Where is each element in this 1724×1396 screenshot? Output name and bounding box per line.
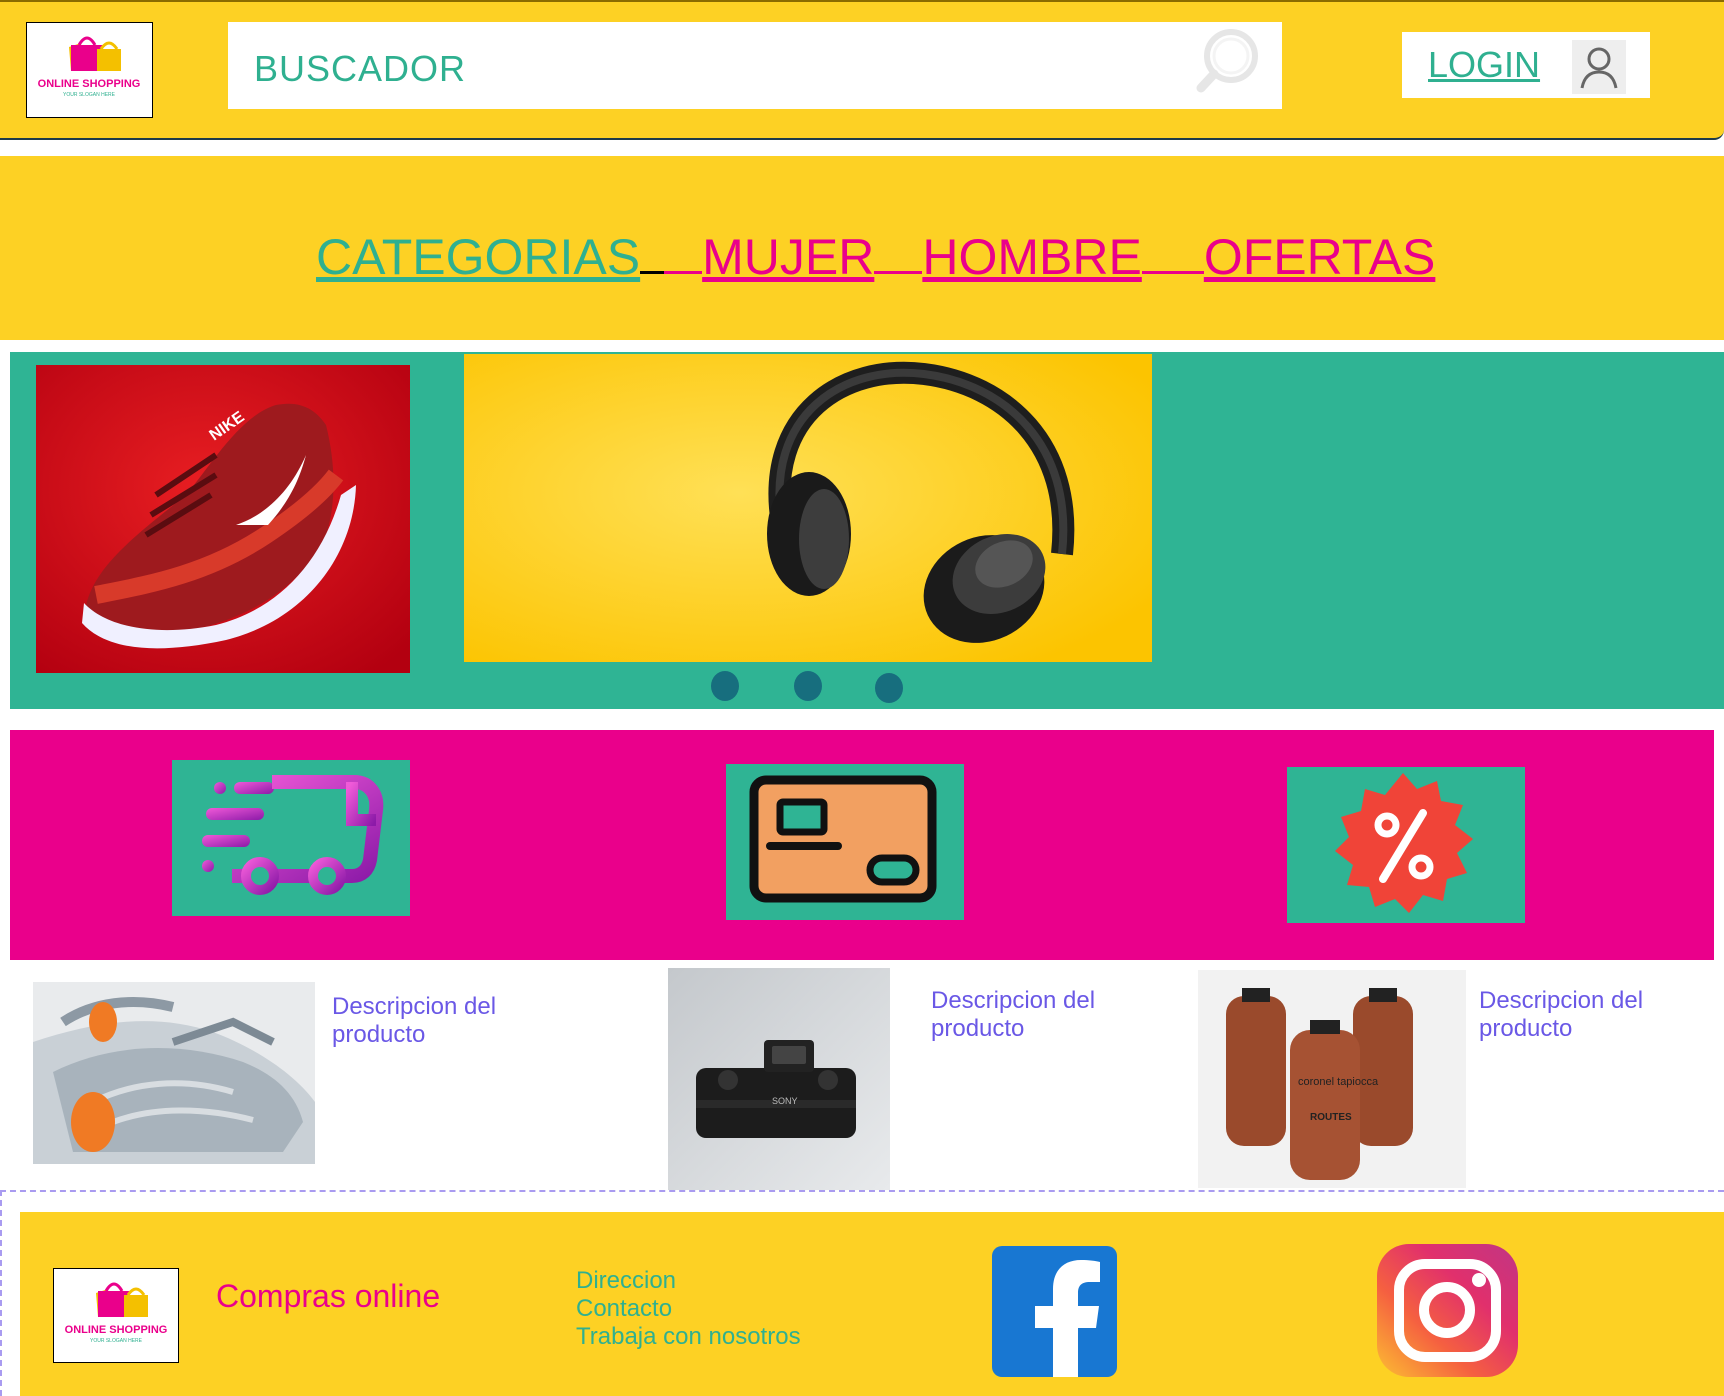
- login-label[interactable]: LOGIN: [1428, 44, 1540, 86]
- discount-percent-icon: [1335, 773, 1473, 913]
- carousel-dot-3[interactable]: [875, 673, 903, 703]
- delivery-truck-icon: [202, 775, 384, 895]
- camera-brand: SONY: [772, 1096, 798, 1106]
- bottle-label: ROUTES: [1310, 1112, 1352, 1123]
- feature-payment[interactable]: [726, 764, 964, 920]
- footer-link-trabaja[interactable]: Trabaja con nosotros: [576, 1323, 801, 1351]
- footer-link-direccion[interactable]: Direccion: [576, 1267, 676, 1295]
- user-icon[interactable]: [1572, 40, 1626, 94]
- carousel-slide-headphones[interactable]: [464, 354, 1152, 662]
- footer-logo-text: ONLINE SHOPPING: [65, 1324, 168, 1336]
- carousel-slide-shoe[interactable]: NIKE: [36, 365, 410, 673]
- nav-separator: [1141, 233, 1204, 274]
- carousel-dot-1[interactable]: [711, 671, 739, 701]
- product-description: Descripcion del producto: [332, 993, 497, 1048]
- search-placeholder: BUSCADOR: [254, 48, 467, 89]
- product-description: Descripcion del producto: [1479, 987, 1644, 1042]
- credit-card-icon: [749, 775, 937, 903]
- nav-separator: [640, 233, 665, 274]
- logo-text: ONLINE SHOPPING: [38, 78, 141, 90]
- product-image-bottles[interactable]: coronel tapiocca ROUTES: [1198, 970, 1466, 1188]
- product-description: Descripcion del producto: [931, 987, 1096, 1042]
- facebook-icon[interactable]: [992, 1246, 1117, 1377]
- feature-discount[interactable]: [1287, 767, 1525, 923]
- footer-title: Compras online: [216, 1278, 441, 1314]
- nav-item-categorias[interactable]: CATEGORIAS: [316, 228, 640, 286]
- product-image-camera[interactable]: SONY: [668, 968, 890, 1190]
- footer-link-contacto[interactable]: Contacto: [576, 1295, 672, 1323]
- nav-separator: [874, 233, 923, 274]
- bottle-brand: coronel tapiocca: [1298, 1076, 1379, 1088]
- nav-separator: [664, 233, 703, 274]
- product-image-sneakers[interactable]: [33, 982, 315, 1164]
- nav-menu: CATEGORIAS MUJER HOMBRE OFERTAS: [316, 228, 1435, 286]
- footer-logo-tagline: YOUR SLOGAN HERE: [90, 1338, 143, 1344]
- feature-delivery[interactable]: [172, 760, 410, 916]
- footer-logo[interactable]: ONLINE SHOPPING YOUR SLOGAN HERE: [53, 1268, 179, 1363]
- nav-item-hombre[interactable]: HOMBRE: [922, 228, 1141, 286]
- logo-tagline: YOUR SLOGAN HERE: [63, 92, 116, 98]
- instagram-icon[interactable]: [1377, 1244, 1518, 1377]
- nav-item-mujer[interactable]: MUJER: [702, 228, 874, 286]
- search-icon[interactable]: [1195, 28, 1259, 94]
- carousel-dot-2[interactable]: [794, 671, 822, 701]
- nav-item-ofertas[interactable]: OFERTAS: [1204, 228, 1436, 286]
- site-logo[interactable]: ONLINE SHOPPING YOUR SLOGAN HERE: [26, 22, 153, 118]
